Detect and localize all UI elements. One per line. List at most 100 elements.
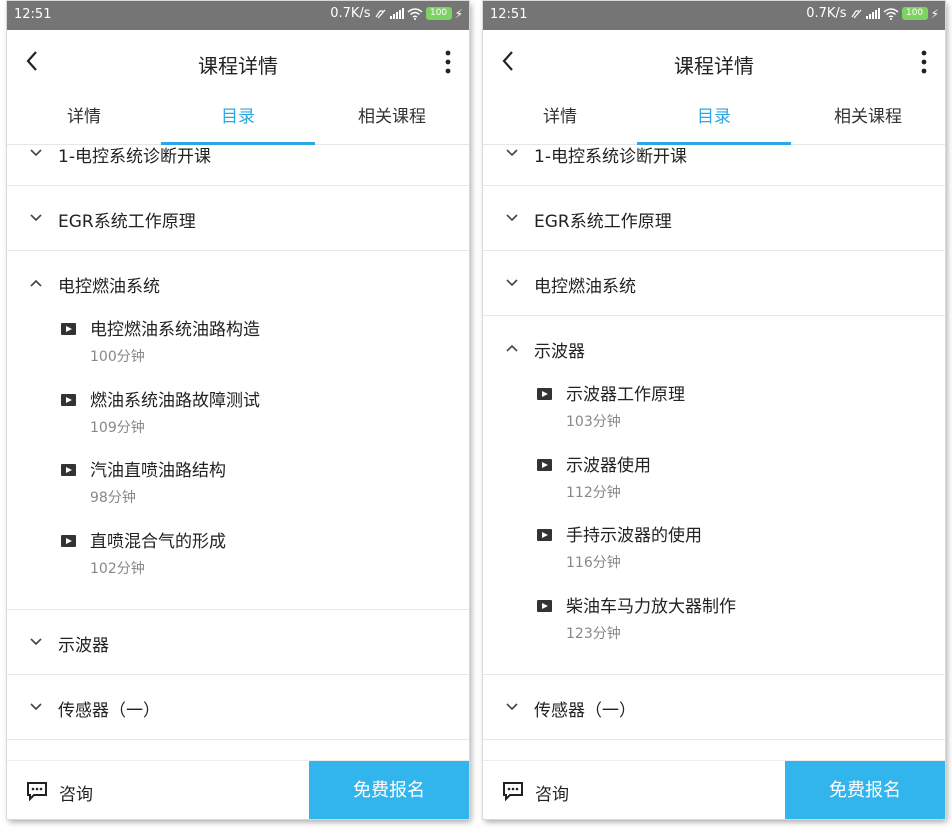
free-register-button[interactable]: 免费报名 [309, 761, 469, 819]
lesson-title: 汽油直喷油路结构 [90, 461, 226, 481]
chapter-header[interactable]: 电控燃油系统 [7, 251, 469, 315]
signal-icon [389, 8, 404, 19]
chapter-header[interactable]: 示波器 [483, 316, 945, 380]
bottom-bar: 咨询 免费报名 [483, 760, 945, 819]
network-speed: 0.7K/s [806, 6, 847, 21]
chapter-title: 传感器（一） [58, 701, 160, 721]
chevron-down-icon [30, 703, 42, 711]
bottom-bar: 咨询 免费报名 [7, 760, 469, 819]
chapter-title: 电控燃油系统 [58, 277, 160, 297]
chat-icon [503, 782, 523, 801]
lesson-title: 燃油系统油路故障测试 [90, 390, 260, 411]
lesson-item[interactable]: 示波器工作原理 103分钟 [483, 380, 945, 451]
lesson-title: 示波器使用 [566, 455, 651, 476]
chapter-title: EGR系统工作原理 [534, 212, 672, 232]
chapter-item: 示波器 [7, 610, 469, 675]
lesson-duration: 116分钟 [566, 555, 621, 571]
chapter-header[interactable]: 电控燃油系统 [483, 251, 945, 315]
chapter-item: 电控燃油系统 [483, 251, 945, 316]
app-bar: 课程详情 [7, 30, 469, 92]
lesson-duration: 100分钟 [90, 349, 145, 365]
battery-icon: 100 [901, 7, 928, 20]
chapter-header[interactable]: 传感器（二） [483, 740, 945, 760]
lesson-duration: 103分钟 [566, 414, 621, 430]
page-title: 课程详情 [674, 54, 754, 78]
chapter-title: 示波器 [534, 342, 585, 362]
status-icons: 0.7K/s 100 ⚡ [330, 6, 463, 21]
tab-catalog[interactable]: 目录 [637, 92, 791, 145]
chapter-header[interactable]: 1-电控系统诊断开课 [7, 144, 469, 185]
chapter-header[interactable]: 传感器（二） [7, 740, 469, 760]
lesson-item[interactable]: 示波器使用 112分钟 [483, 451, 945, 522]
lesson-duration: 98分钟 [90, 490, 136, 506]
chat-icon [27, 782, 47, 801]
consult-button[interactable]: 咨询 [483, 761, 785, 819]
status-icons: 0.7K/s 100 ⚡ [806, 6, 939, 21]
lesson-duration: 112分钟 [566, 484, 621, 501]
wifi-icon [883, 7, 899, 20]
status-time: 12:51 [14, 7, 52, 22]
tab-catalog[interactable]: 目录 [161, 92, 315, 145]
video-play-icon [61, 464, 76, 476]
chapter-title: 示波器 [58, 636, 109, 656]
more-vertical-icon[interactable] [445, 50, 451, 74]
lesson-item[interactable]: 电控燃油系统油路构造 100分钟 [7, 315, 469, 386]
chevron-down-icon [30, 214, 42, 222]
chapter-item: EGR系统工作原理 [7, 186, 469, 251]
free-register-button[interactable]: 免费报名 [785, 761, 945, 819]
lesson-list: 电控燃油系统油路构造 100分钟 燃油系统油路故障测试 109分钟汽油直喷油路结构 98… [7, 315, 469, 609]
lesson-item[interactable]: 手持示波器的使用 116分钟 [483, 521, 945, 592]
wifi-icon [407, 7, 423, 20]
chapter-header[interactable]: EGR系统工作原理 [7, 186, 469, 250]
consult-button[interactable]: 咨询 [7, 761, 309, 819]
lesson-duration: 123分钟 [566, 625, 621, 642]
tab-related-courses[interactable]: 相关课程 [791, 92, 945, 144]
chevron-up-icon [30, 279, 42, 287]
page-title: 课程详情 [198, 54, 278, 78]
chapter-header[interactable]: 1-电控系统诊断开课 [483, 144, 945, 185]
tab-bar: 详情 目录 相关课程 [483, 92, 945, 145]
consult-label: 咨询 [535, 785, 569, 805]
battery-icon: 100 [425, 7, 452, 20]
video-play-icon [537, 599, 552, 612]
mute-icon [375, 9, 386, 18]
status-time: 12:51 [490, 7, 528, 22]
chevron-down-icon [506, 703, 518, 711]
video-play-icon [537, 529, 552, 541]
lesson-item[interactable]: 燃油系统油路故障测试 109分钟 [7, 386, 469, 457]
tab-details[interactable]: 详情 [7, 92, 161, 144]
app-bar: 课程详情 [483, 30, 945, 92]
network-speed: 0.7K/s [330, 6, 371, 21]
charging-icon: ⚡ [930, 6, 939, 21]
lesson-item[interactable]: 直喷混合气的形成 102分钟 [7, 527, 469, 598]
tab-related-courses[interactable]: 相关课程 [315, 92, 469, 144]
lesson-title: 柴油车马力放大器制作 [566, 596, 736, 617]
phone-screen-right: 12:51 0.7K/s 100 ⚡ 课程详情 详情 目录 相关课程 1-电控系… [483, 1, 945, 819]
status-bar: 12:51 0.7K/s 100 ⚡ [7, 1, 469, 30]
tab-details[interactable]: 详情 [483, 92, 637, 144]
chevron-down-icon [506, 279, 518, 287]
lesson-item[interactable]: 柴油车马力放大器制作 123分钟 [483, 592, 945, 663]
chevron-down-icon [30, 149, 42, 157]
lesson-item[interactable]: 汽油直喷油路结构 98分钟 [7, 456, 469, 527]
chapter-header[interactable]: 传感器（一） [7, 675, 469, 739]
catalog-content: 1-电控系统诊断开课 EGR系统工作原理 电控燃油系统 示波器示波器工作原理 103分钟… [483, 144, 945, 760]
status-bar: 12:51 0.7K/s 100 ⚡ [483, 1, 945, 30]
signal-icon [865, 8, 880, 19]
chapter-list: 1-电控系统诊断开课 EGR系统工作原理 电控燃油系统 示波器示波器工作原理 103分钟… [483, 144, 945, 760]
lesson-title: 示波器工作原理 [566, 385, 685, 405]
chapter-header[interactable]: 传感器（一） [483, 675, 945, 739]
lesson-duration: 102分钟 [90, 560, 145, 577]
charging-icon: ⚡ [454, 6, 463, 21]
more-vertical-icon[interactable] [921, 50, 927, 74]
chapter-item: 电控燃油系统 电控燃油系统油路构造 100分钟 燃油系统油路故障测试 109分钟 汽油直喷… [7, 251, 469, 610]
chapter-item: 传感器（二） [7, 740, 469, 760]
chevron-down-icon [506, 149, 518, 157]
chapter-item: 传感器（一） [483, 675, 945, 740]
chapter-header[interactable]: 示波器 [7, 610, 469, 674]
video-play-icon [537, 388, 552, 400]
chapter-title: 电控燃油系统 [534, 277, 636, 297]
phone-screen-left: 12:51 0.7K/s 100 ⚡ 课程详情 详情 目录 相关课程 1-电控系… [7, 1, 469, 819]
chapter-list: 1-电控系统诊断开课 EGR系统工作原理电控燃油系统电控燃油系统油路构造 100分钟… [7, 144, 469, 760]
chapter-header[interactable]: EGR系统工作原理 [483, 186, 945, 250]
